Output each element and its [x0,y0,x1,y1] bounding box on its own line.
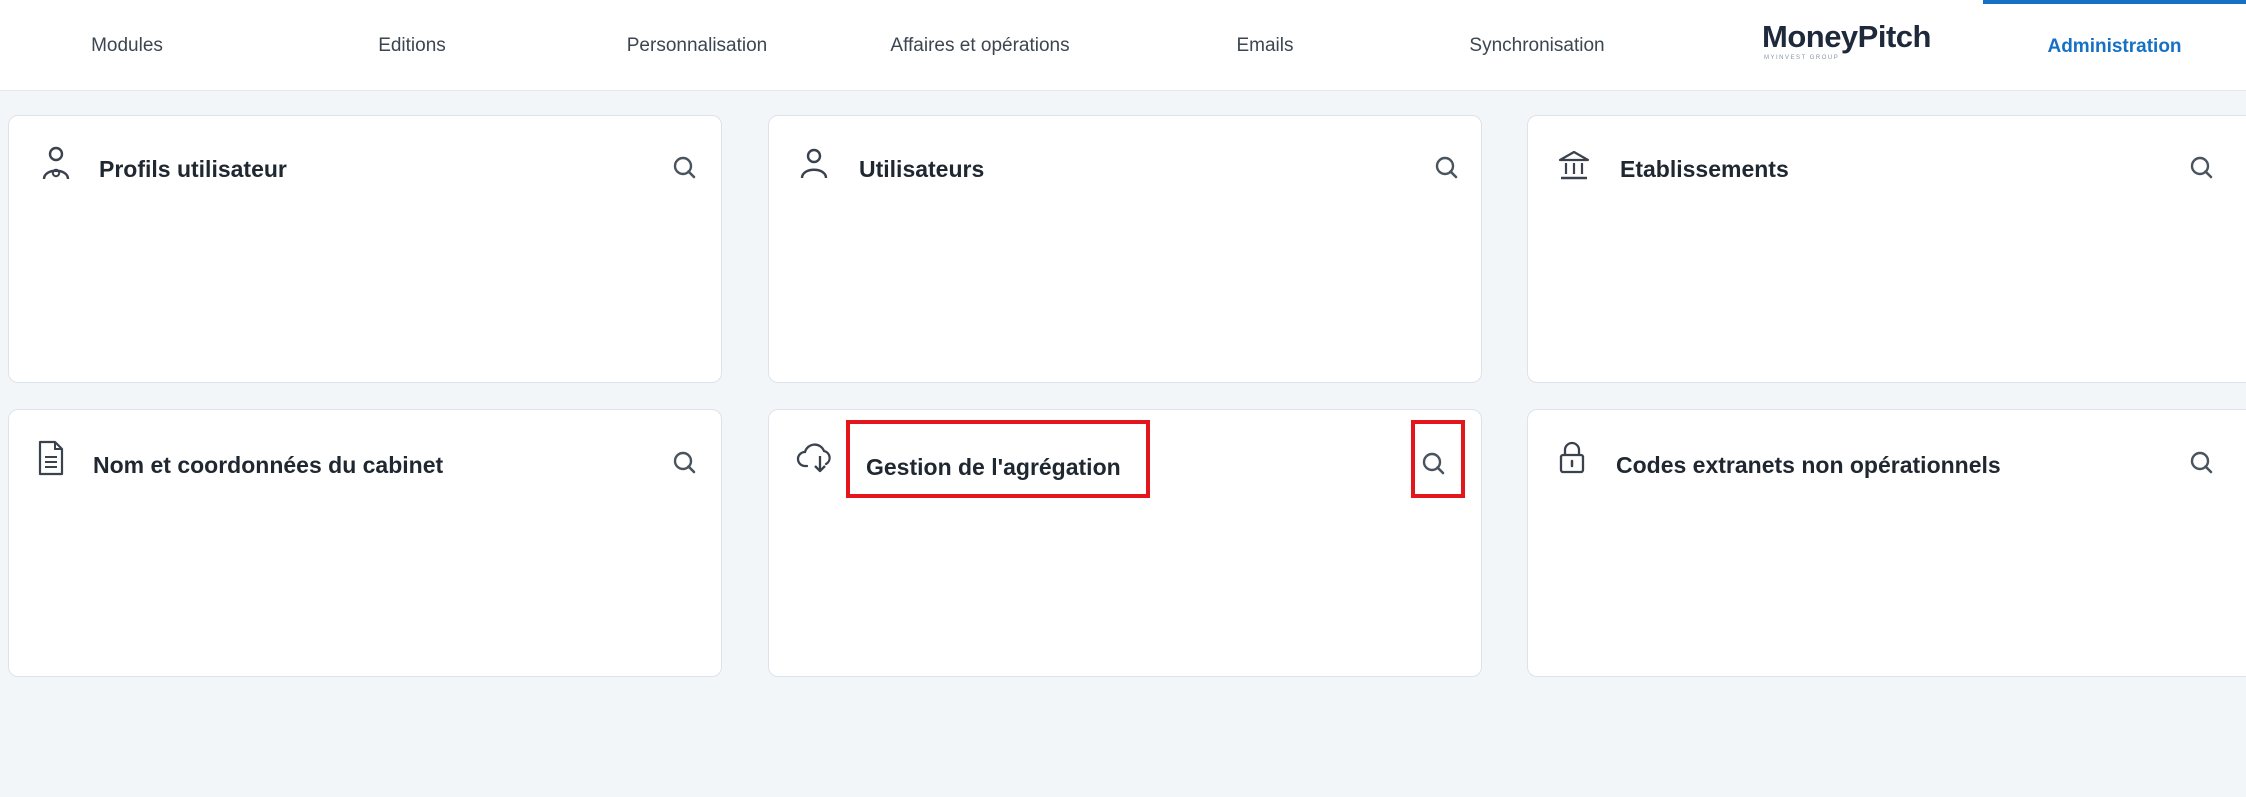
tab-administration[interactable]: Administration [1983,0,2246,90]
card-title: Profils utilisateur [99,156,287,182]
search-icon[interactable] [671,154,697,180]
document-icon [38,440,64,476]
search-icon[interactable] [1420,450,1446,476]
card-title: Gestion de l'agrégation [866,454,1121,480]
card-title: Nom et coordonnées du cabinet [93,452,444,478]
tab-synchronisation[interactable]: Synchronisation [1469,0,1604,90]
user-icon [800,148,828,179]
cloud-download-icon [796,443,831,473]
search-icon[interactable] [1433,154,1459,180]
tab-emails[interactable]: Emails [1236,0,1293,90]
logo-subtext: MYINVEST GROUP [1764,55,1840,61]
search-icon[interactable] [671,449,697,475]
card-utilisateurs[interactable]: Utilisateurs [768,115,1482,383]
top-nav-bar: Modules Editions Personnalisation Affair… [0,0,2246,91]
tab-affaires-operations[interactable]: Affaires et opérations [890,0,1069,90]
card-title: Utilisateurs [859,156,985,182]
card-etablissements[interactable]: Etablissements [1527,115,2246,383]
card-title: Etablissements [1620,156,1789,182]
moneypitch-logo[interactable]: MoneyPitch MYINVEST GROUP [1762,20,1931,62]
logo-text: MoneyPitch [1762,19,1931,54]
tab-modules[interactable]: Modules [91,0,163,90]
card-nom-coordonnees-cabinet[interactable]: Nom et coordonnées du cabinet [8,409,722,677]
user-profile-icon [42,146,70,180]
card-codes-extranets[interactable]: Codes extranets non opérationnels [1527,409,2246,677]
search-icon[interactable] [2188,449,2214,475]
card-profils-utilisateur[interactable]: Profils utilisateur [8,115,722,383]
bank-icon [1558,150,1590,180]
tab-editions[interactable]: Editions [378,0,446,90]
card-title: Codes extranets non opérationnels [1616,452,2001,478]
search-icon[interactable] [2188,154,2214,180]
card-gestion-agregation[interactable]: Gestion de l'agrégation [768,409,1482,677]
tab-personnalisation[interactable]: Personnalisation [627,0,767,90]
lock-icon [1559,441,1585,474]
